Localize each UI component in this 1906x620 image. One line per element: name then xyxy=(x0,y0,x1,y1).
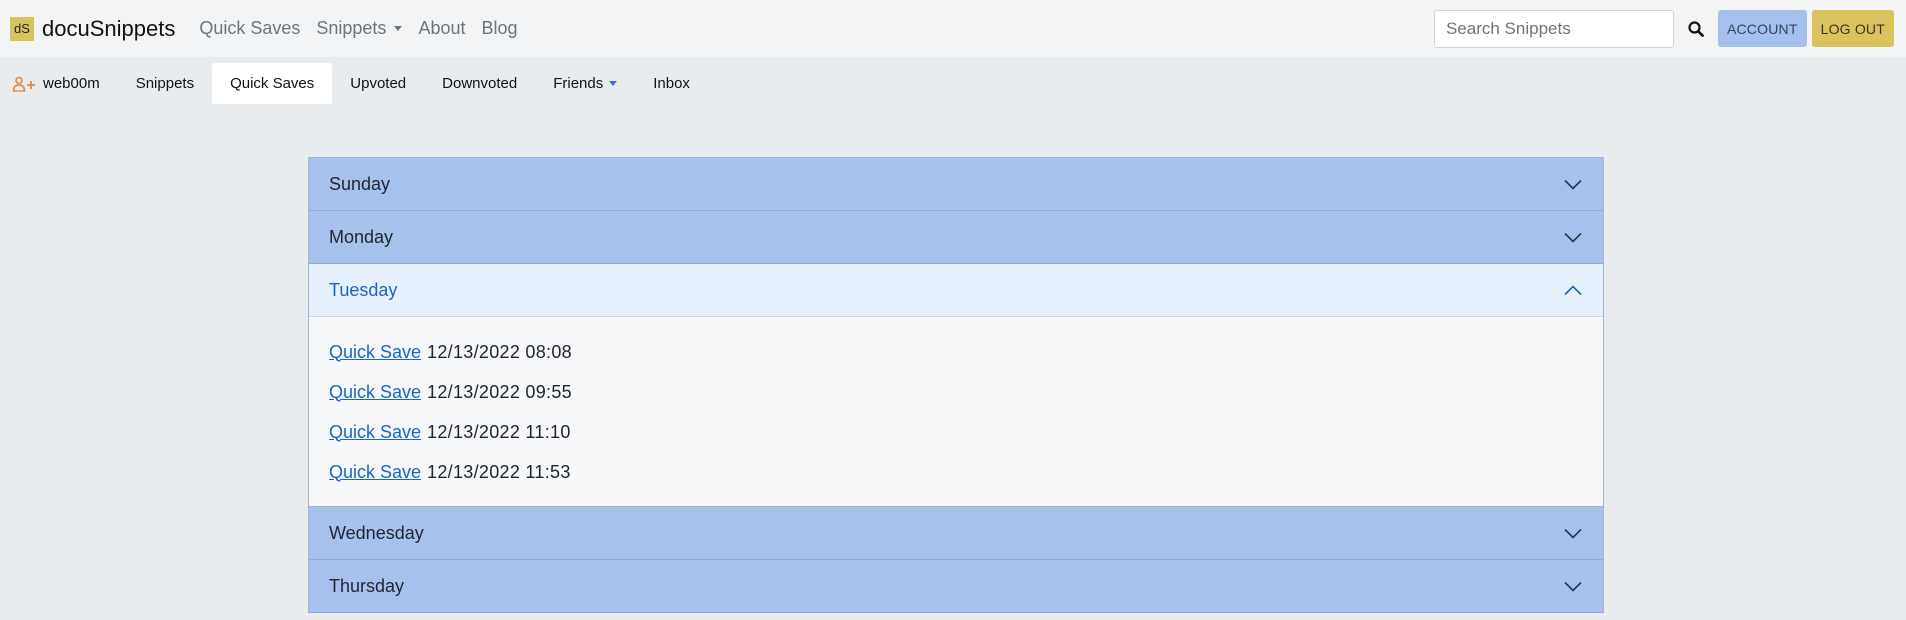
accordion-title: Thursday xyxy=(329,575,405,596)
accordion-header-sunday[interactable]: Sunday xyxy=(309,158,1603,211)
search-input[interactable] xyxy=(1433,9,1674,48)
caret-down-icon xyxy=(609,81,618,86)
tab-label: Downvoted xyxy=(442,75,518,92)
list-item: Quick Save 12/13/2022 11:10 xyxy=(329,412,1583,452)
nav-link-label: Snippets xyxy=(316,18,387,38)
accordion-title: Sunday xyxy=(329,173,391,194)
quick-save-link[interactable]: Quick Save xyxy=(329,462,421,483)
tab-label: Quick Saves xyxy=(230,75,315,92)
save-timestamp: 12/13/2022 08:08 xyxy=(427,341,572,362)
quick-save-link[interactable]: Quick Save xyxy=(329,342,421,363)
quick-save-link[interactable]: Quick Save xyxy=(329,422,421,443)
tab-upvoted[interactable]: Upvoted xyxy=(332,63,424,104)
chevron-down-icon xyxy=(1564,581,1582,592)
nav-link-label: Blog xyxy=(481,18,518,38)
tab-label: Inbox xyxy=(653,75,690,92)
accordion-header-wednesday[interactable]: Wednesday xyxy=(309,507,1603,560)
chevron-down-icon xyxy=(1564,179,1582,190)
chevron-down-icon xyxy=(1564,232,1582,243)
brand[interactable]: dS docuSnippets xyxy=(10,16,175,42)
nav-links: Quick Saves Snippets About Blog xyxy=(199,18,533,39)
username: web00m xyxy=(43,75,100,92)
tab-inbox[interactable]: Inbox xyxy=(635,63,708,104)
caret-down-icon xyxy=(394,26,403,31)
nav-link-about[interactable]: About xyxy=(418,18,465,39)
search-button[interactable] xyxy=(1674,10,1718,48)
search-icon xyxy=(1688,20,1704,37)
tab-label: Snippets xyxy=(135,75,195,92)
tab-downvoted[interactable]: Downvoted xyxy=(424,63,535,104)
accordion-header-tuesday[interactable]: Tuesday xyxy=(309,264,1603,317)
chevron-down-icon xyxy=(1564,528,1582,539)
nav-right: ACCOUNT LOG OUT xyxy=(1433,0,1906,57)
tab-label: Friends xyxy=(553,75,604,92)
nav-link-blog[interactable]: Blog xyxy=(481,18,517,39)
chevron-up-icon xyxy=(1564,284,1582,295)
sub-navbar: web00m Snippets Quick Saves Upvoted Down… xyxy=(0,63,708,104)
account-button[interactable]: ACCOUNT xyxy=(1717,10,1807,47)
top-navbar: dS docuSnippets Quick Saves Snippets Abo… xyxy=(0,0,1906,57)
brand-logo: dS xyxy=(10,16,34,41)
list-item: Quick Save 12/13/2022 11:53 xyxy=(329,452,1583,492)
save-timestamp: 12/13/2022 11:53 xyxy=(427,461,571,482)
nav-link-label: Quick Saves xyxy=(199,18,301,38)
quick-saves-accordion: Sunday Monday Tuesday Quick Save 12/13/2… xyxy=(308,157,1604,613)
tab-snippets[interactable]: Snippets xyxy=(118,63,212,104)
save-timestamp: 12/13/2022 11:10 xyxy=(427,421,571,442)
user-profile-link[interactable]: web00m xyxy=(0,63,118,104)
accordion-title: Wednesday xyxy=(329,522,424,543)
accordion-title: Tuesday xyxy=(329,279,398,300)
user-add-icon xyxy=(12,76,35,92)
accordion-header-monday[interactable]: Monday xyxy=(309,211,1603,264)
logout-button[interactable]: LOG OUT xyxy=(1811,10,1894,47)
tab-label: Upvoted xyxy=(350,75,407,92)
nav-link-quick-saves[interactable]: Quick Saves xyxy=(199,18,300,39)
nav-link-snippets-dropdown[interactable]: Snippets xyxy=(316,18,403,39)
accordion-body-tuesday: Quick Save 12/13/2022 08:08 Quick Save 1… xyxy=(309,317,1603,507)
nav-link-label: About xyxy=(418,18,466,38)
brand-name: docuSnippets xyxy=(42,15,176,41)
list-item: Quick Save 12/13/2022 09:55 xyxy=(329,372,1583,412)
list-item: Quick Save 12/13/2022 08:08 xyxy=(329,332,1583,372)
tab-friends-dropdown[interactable]: Friends xyxy=(535,63,635,104)
accordion-title: Monday xyxy=(329,226,394,247)
quick-save-link[interactable]: Quick Save xyxy=(329,382,421,403)
tab-quick-saves[interactable]: Quick Saves xyxy=(212,63,333,104)
accordion-header-thursday[interactable]: Thursday xyxy=(309,560,1603,613)
save-timestamp: 12/13/2022 09:55 xyxy=(427,381,572,402)
